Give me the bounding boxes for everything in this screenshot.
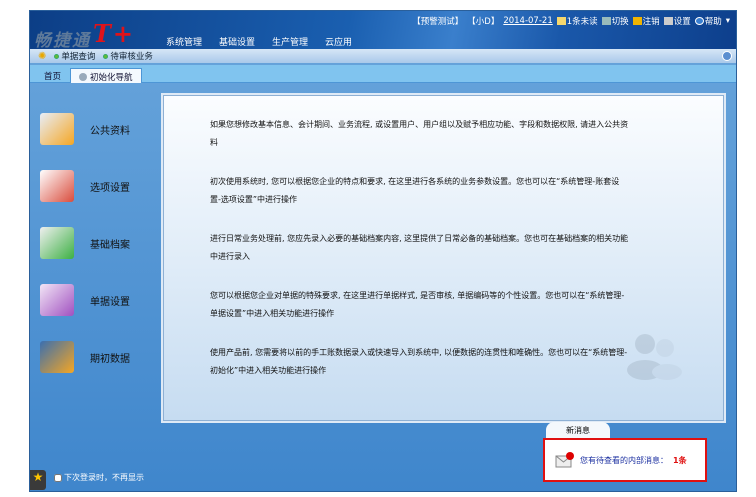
desc-doc-settings: 您可以根据您企业对单据的特殊要求, 在这里进行单据样式, 是否审核, 单据编码等… xyxy=(210,291,625,318)
toolbar: ✺ 单据查询 待审核业务 xyxy=(30,49,736,63)
guide-public-data[interactable]: 公共资料 xyxy=(40,111,150,147)
basic-archive-icon xyxy=(40,227,74,259)
nav-system[interactable]: 系统管理 xyxy=(166,35,202,48)
switch-icon xyxy=(601,17,611,25)
desc-opening-data: 使用产品前, 您需要将以前的手工账数据录入或快速导入到系统中, 以便数据的连贯性… xyxy=(210,348,628,375)
toolbar-doc-query[interactable]: 单据查询 xyxy=(54,50,95,62)
guide-doc-settings[interactable]: 单据设置 xyxy=(40,282,150,318)
public-data-icon xyxy=(40,113,74,145)
sun-icon: ✺ xyxy=(38,50,47,62)
message-text: 您有待查看的内部消息： xyxy=(580,455,668,465)
options-icon xyxy=(40,170,74,202)
tools-icon xyxy=(663,17,673,25)
guide-options[interactable]: 选项设置 xyxy=(40,168,150,204)
close-icon[interactable] xyxy=(79,73,87,81)
doc-settings-icon xyxy=(40,284,74,316)
message-box[interactable]: 您有待查看的内部消息： 1条 xyxy=(543,438,707,482)
tab-bar: 首页 初始化导航 xyxy=(30,65,736,83)
nav-production[interactable]: 生产管理 xyxy=(272,35,308,48)
tab-init-guide[interactable]: 初始化导航 xyxy=(70,68,142,83)
desc-public-data: 如果您想修改基本信息、会计期间、业务流程, 或设置用户、用户组以及赋予相应功能、… xyxy=(210,120,629,147)
users-watermark-icon xyxy=(627,334,682,380)
help-button[interactable]: 帮助 xyxy=(694,15,722,27)
guide-opening-data[interactable]: 期初数据 xyxy=(40,339,150,375)
no-show-option[interactable]: 下次登录时，不再显示 xyxy=(54,472,144,483)
description-panel: 如果您想修改基本信息、会计期间、业务流程, 或设置用户、用户组以及赋予相应功能、… xyxy=(163,95,724,421)
no-show-checkbox[interactable] xyxy=(54,473,62,482)
logout-button[interactable]: 注销 xyxy=(632,15,660,27)
date-link[interactable]: 2014-07-21 xyxy=(503,16,552,26)
message-count[interactable]: 1条 xyxy=(673,455,687,466)
mail-alert-icon xyxy=(555,452,574,468)
guide-basic-archive[interactable]: 基础档案 xyxy=(40,225,150,261)
top-right-bar: 【预警测试】 【小D】 2014-07-21 1条未读 切换 注销 设置 帮助 … xyxy=(412,15,730,27)
app-window: 畅捷通T+ 系统管理 基础设置 生产管理 云应用 【预警测试】 【小D】 201… xyxy=(29,10,737,492)
desc-options: 初次使用系统时, 您可以根据您企业的特点和要求, 在这里进行各系统的业务参数设置… xyxy=(210,177,620,204)
new-message-tab[interactable]: 新消息 xyxy=(546,422,610,438)
account-name: 【预警测试】 xyxy=(412,17,464,27)
unread-button[interactable]: 1条未读 xyxy=(556,15,598,27)
mail-icon xyxy=(556,17,566,25)
dropdown-icon[interactable]: ▾ xyxy=(726,16,730,26)
desc-basic-archive: 进行日常业务处理前, 您应先录入必要的基础档案内容, 这里提供了日常必备的基础档… xyxy=(210,234,629,261)
toolbar-pending-review[interactable]: 待审核业务 xyxy=(103,50,153,62)
opening-data-icon xyxy=(40,341,74,373)
logo: 畅捷通T+ xyxy=(34,19,135,51)
tab-home[interactable]: 首页 xyxy=(36,68,69,83)
user-name: 【小D】 xyxy=(467,17,500,27)
dot-icon xyxy=(103,54,109,59)
help-icon xyxy=(694,17,704,25)
main-nav: 系统管理 基础设置 生产管理 云应用 xyxy=(166,35,352,48)
dot-icon xyxy=(54,54,60,59)
favorite-star-icon[interactable]: ★ xyxy=(30,470,46,490)
switch-button[interactable]: 切换 xyxy=(601,15,629,27)
settings-button[interactable]: 设置 xyxy=(663,15,691,27)
nav-basic[interactable]: 基础设置 xyxy=(219,35,255,48)
collapse-icon[interactable] xyxy=(722,51,732,61)
lock-icon xyxy=(632,17,642,25)
nav-cloud[interactable]: 云应用 xyxy=(325,35,352,48)
header: 畅捷通T+ 系统管理 基础设置 生产管理 云应用 【预警测试】 【小D】 201… xyxy=(30,11,736,51)
